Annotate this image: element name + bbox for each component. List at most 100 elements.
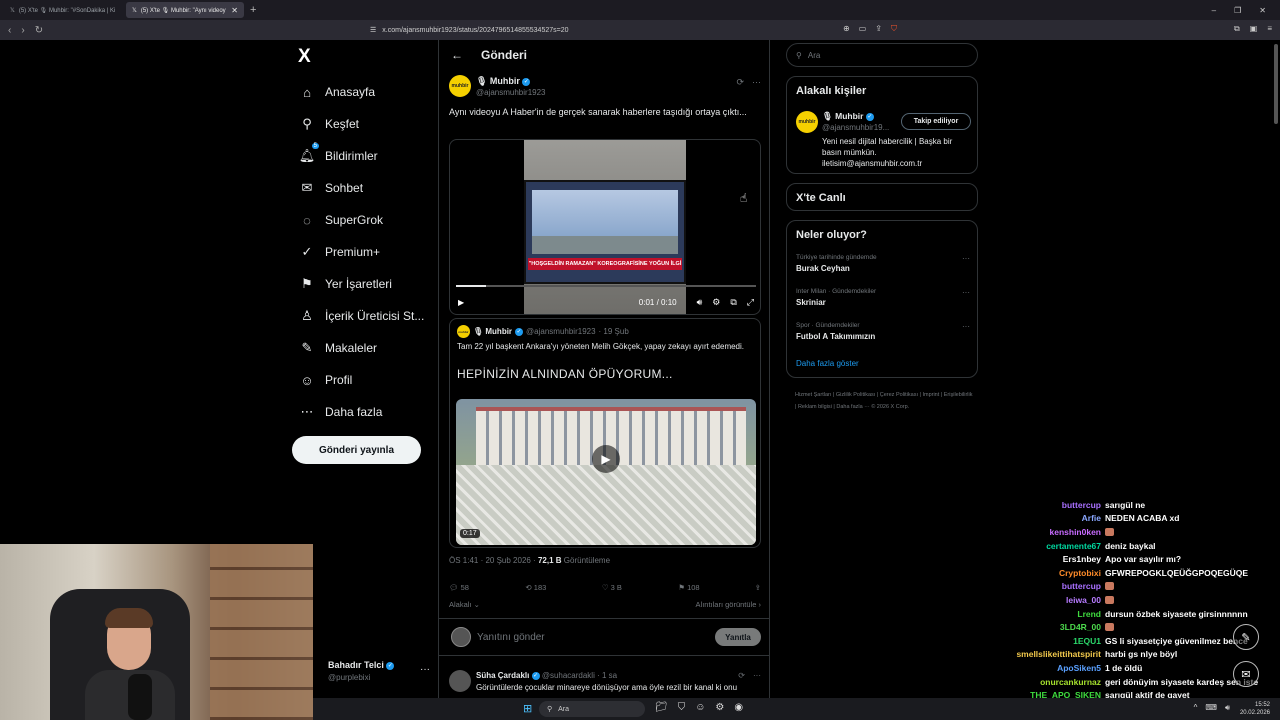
maximize-icon[interactable]: ❐ (1234, 6, 1241, 15)
fullscreen-icon[interactable]: ⤢ (747, 297, 754, 308)
discord-icon[interactable]: ☺ (695, 702, 705, 713)
search-input[interactable]: ⚲ Ara (786, 43, 978, 67)
chat-username[interactable]: onurcankurnaz (1000, 677, 1105, 687)
x-logo[interactable]: X (298, 46, 311, 68)
steam-icon[interactable]: ⚙ (715, 702, 724, 713)
grok-explain-icon[interactable]: ⟳ (738, 671, 745, 680)
back-arrow-icon[interactable]: ← (451, 48, 463, 62)
nav-item-creator-studio[interactable]: ♙ İçerik Üreticisi St... (298, 300, 424, 332)
chat-username[interactable]: certamente67 (1000, 541, 1105, 551)
chat-username[interactable]: buttercup (1000, 500, 1105, 510)
post-button[interactable]: Gönderi yayınla (292, 436, 421, 464)
reply-more-icon[interactable]: ··· (753, 671, 761, 680)
repost-button[interactable]: ⟲ 183 (525, 583, 601, 595)
url-field[interactable]: ☰ x.com/ajansmuhbir1923/status/202479651… (370, 24, 910, 36)
grok-explain-icon[interactable]: ⟳ (736, 77, 744, 88)
volume-icon[interactable]: 🔊︎ (697, 297, 703, 308)
chat-username[interactable]: kenshin0ken (1000, 527, 1105, 537)
nav-item-premium[interactable]: ✓ Premium+ (298, 236, 424, 268)
author-name[interactable]: 🎙 Muhbir ✓ (476, 76, 531, 87)
nav-item-notifications[interactable]: 🔔︎ 5 Bildirimler (298, 140, 424, 172)
reply-button[interactable]: 💬︎ 58 (449, 583, 525, 595)
trend-more-icon[interactable]: ··· (962, 322, 970, 331)
zoom-icon[interactable]: ⊕ (843, 24, 850, 34)
video-player[interactable]: "HOŞGELDİN RAMAZAN" KOREOGRAFİSİNE YOĞUN… (449, 139, 761, 315)
related-toggle[interactable]: Alakalı ⌄ (449, 600, 480, 609)
tweet-more-icon[interactable]: ··· (752, 77, 761, 88)
avatar[interactable]: muhbir (796, 111, 818, 133)
play-icon[interactable]: ▶ (592, 445, 620, 473)
obs-icon[interactable]: ◉ (734, 702, 743, 713)
inbox-icon[interactable]: ✉ (1233, 661, 1259, 687)
new-tab-icon[interactable]: + (250, 4, 256, 16)
trend-item[interactable]: Türkiye tarihinde gündemde Burak Ceyhan … (796, 254, 970, 273)
quote-video[interactable]: ▶ 0:17 (456, 399, 756, 545)
windows-start-icon[interactable]: ⊞ (523, 702, 532, 715)
menu-icon[interactable]: ≡ (1267, 24, 1272, 34)
nav-item-more[interactable]: ⋯ Daha fazla (298, 396, 424, 428)
site-info-icon[interactable]: ☰ (370, 26, 376, 34)
play-icon[interactable]: ▶ (458, 298, 464, 307)
extensions-icon[interactable]: ⧉ (1234, 24, 1240, 34)
nav-item-home[interactable]: ⌂ Anasayfa (298, 76, 424, 108)
nav-item-profile[interactable]: ☺ Profil (298, 364, 424, 396)
author-handle[interactable]: @ajansmuhbir1923 (476, 88, 546, 97)
taskbar-clock[interactable]: 15:52 20.02.2026 (1240, 701, 1270, 717)
person-handle[interactable]: @ajansmuhbir19... (822, 123, 892, 132)
share-icon[interactable]: ⇪ (755, 583, 761, 595)
reply-button[interactable]: Yanıtla (715, 628, 761, 646)
brave-icon[interactable]: ⛉ (678, 702, 686, 713)
screenshot-icon[interactable]: ▭ (859, 24, 867, 34)
wallet-icon[interactable]: ▣ (1250, 24, 1258, 34)
person-name[interactable]: 🎙 Muhbir ✓ (822, 111, 874, 122)
chat-username[interactable]: ApoSiken5 (1000, 663, 1105, 673)
page-scrollbar[interactable] (1274, 44, 1278, 124)
browser-tab-2[interactable]: 𝕏 (5) X'te 🎙 Muhbir: "Aynı videoy ✕ (126, 2, 244, 18)
chat-username[interactable]: buttercup (1000, 581, 1105, 591)
chat-username[interactable]: leiwa_00 (1000, 595, 1105, 605)
view-quotes-link[interactable]: Alıntıları görüntüle › (696, 600, 761, 609)
volume-icon[interactable]: 🔊︎ (1225, 703, 1230, 713)
quoted-tweet[interactable]: muhbir 🎙 Muhbir ✓ @ajansmuhbir1923 · 19 … (449, 318, 761, 548)
like-button[interactable]: ♡ 3 B (602, 583, 678, 595)
taskbar-search[interactable]: ⚲ Ara (539, 701, 645, 717)
trend-item[interactable]: Spor · Gündemdekiler Futbol A Takımımızı… (796, 322, 970, 341)
reload-icon[interactable]: ↻ (35, 25, 43, 36)
brave-shield-icon[interactable]: ⛉ (891, 24, 897, 34)
tweet-timestamp[interactable]: ÖS 1:41 · 20 Şub 2026 · (449, 556, 536, 565)
close-tab-icon[interactable]: ✕ (231, 6, 238, 15)
chat-username[interactable]: smellslikeittihatspirit (1000, 649, 1105, 659)
nav-item-chat[interactable]: ✉ Sohbet (298, 172, 424, 204)
trend-more-icon[interactable]: ··· (962, 254, 970, 263)
nav-item-explore[interactable]: ⚲ Keşfet (298, 108, 424, 140)
minimize-icon[interactable]: – (1212, 6, 1216, 15)
file-explorer-icon[interactable]: 📁︎ (655, 702, 668, 713)
chat-username[interactable]: 3LD4R_00 (1000, 622, 1105, 632)
browser-tab-1[interactable]: 𝕏 (5) X'te 🎙 Muhbir: "#SonDakika | Ki (4, 2, 122, 18)
trend-more-icon[interactable]: ··· (962, 288, 970, 297)
live-card[interactable]: X'te Canlı (786, 183, 978, 211)
nav-item-articles[interactable]: ✎ Makaleler (298, 332, 424, 364)
chat-username[interactable]: Cryptobixi (1000, 568, 1105, 578)
video-progress-bar[interactable] (456, 285, 756, 287)
tray-chevron-icon[interactable]: ^ (1194, 703, 1198, 713)
pip-icon[interactable]: ⧉ (730, 297, 736, 308)
nav-item-supergrok[interactable]: ◌ SuperGrok (298, 204, 424, 236)
edit-icon[interactable]: ✎ (1233, 624, 1259, 650)
avatar[interactable] (449, 670, 471, 692)
account-more-icon[interactable]: ··· (420, 664, 430, 675)
show-more-link[interactable]: Daha fazla göster (796, 359, 859, 368)
back-icon[interactable]: ‹ (8, 25, 11, 36)
following-button[interactable]: Takip ediliyor (901, 113, 971, 130)
avatar[interactable]: muhbir (449, 75, 471, 97)
chat-username[interactable]: Arfie (1000, 513, 1105, 523)
nav-item-bookmarks[interactable]: ⚑ Yer İşaretleri (298, 268, 424, 300)
close-window-icon[interactable]: ✕ (1259, 6, 1266, 15)
footer-links[interactable]: Hizmet Şartları | Gizlilik Politikası | … (795, 389, 975, 413)
bookmark-button[interactable]: ⚑ 108 (678, 583, 754, 595)
forward-icon[interactable]: › (21, 25, 24, 36)
reply-input[interactable]: Yanıtını gönder (477, 632, 545, 643)
network-icon[interactable]: ⌨ (1205, 703, 1217, 713)
trend-item[interactable]: Inter Milan · Gündemdekiler Skriniar ··· (796, 288, 970, 307)
chat-username[interactable]: Ers1nbey (1000, 554, 1105, 564)
